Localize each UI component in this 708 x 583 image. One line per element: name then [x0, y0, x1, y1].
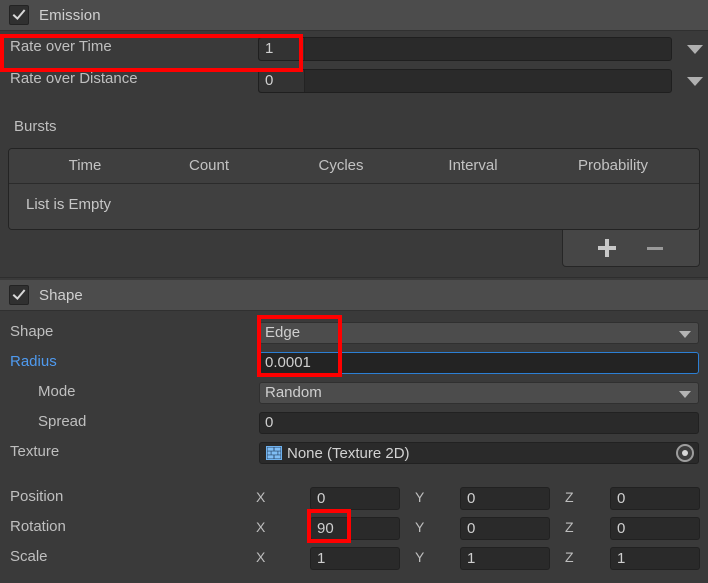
rotation-y-value: 0 — [467, 520, 476, 537]
position-z-input[interactable]: 0 — [610, 487, 700, 510]
radius-value: 0.0001 — [265, 354, 311, 371]
scale-axis-y-label: Y — [415, 549, 425, 565]
bursts-label: Bursts — [14, 118, 57, 135]
position-y-value: 0 — [467, 490, 476, 507]
row-position: Position X 0 Y 0 Z 0 — [0, 483, 708, 513]
rotation-axis-z-label: Z — [565, 519, 574, 535]
spread-label: Spread — [38, 413, 87, 430]
radius-input[interactable]: 0.0001 — [259, 352, 699, 374]
rotation-x-input[interactable]: 90 — [310, 517, 400, 540]
rotation-axis-x-label: X — [256, 519, 266, 535]
texture-object-field[interactable]: None (Texture 2D) — [259, 442, 699, 464]
bursts-column-probability: Probability — [577, 157, 649, 174]
scale-label: Scale — [10, 548, 48, 565]
position-y-input[interactable]: 0 — [460, 487, 550, 510]
texture-value: None (Texture 2D) — [287, 444, 410, 462]
bursts-list-header: Time Count Cycles Interval Probability — [9, 149, 699, 184]
scale-axis-z-label: Z — [565, 549, 574, 565]
row-rate-over-time: Rate over Time 1 — [0, 34, 708, 64]
bursts-list-body: List is Empty — [9, 184, 699, 229]
rate-over-distance-label: Rate over Distance — [10, 70, 138, 87]
row-mode: Mode Random — [0, 378, 708, 408]
shape-module-title: Shape — [39, 286, 83, 304]
row-texture: Texture None (Texture 2D) — [0, 438, 708, 468]
scale-axis-x-label: X — [256, 549, 266, 565]
scale-x-value: 1 — [317, 550, 326, 567]
bursts-empty-message: List is Empty — [26, 196, 112, 213]
shape-dropdown[interactable]: Edge — [259, 322, 699, 344]
mode-dropdown[interactable]: Random — [259, 382, 699, 404]
rate-over-time-label: Rate over Time — [10, 38, 112, 55]
shape-enabled-checkbox[interactable] — [9, 285, 29, 305]
bursts-column-cycles: Cycles — [318, 157, 364, 174]
rotation-y-input[interactable]: 0 — [460, 517, 550, 540]
chevron-down-icon[interactable] — [687, 45, 703, 54]
rate-over-distance-value[interactable]: 0 — [259, 70, 305, 92]
bursts-list: Time Count Cycles Interval Probability L… — [8, 148, 700, 230]
shape-module-header[interactable]: Shape — [0, 280, 708, 311]
emission-module-header[interactable]: Emission — [0, 0, 708, 31]
shape-label: Shape — [10, 323, 54, 340]
scale-y-input[interactable]: 1 — [460, 547, 550, 570]
rotation-label: Rotation — [10, 518, 66, 535]
position-axis-y-label: Y — [415, 489, 425, 505]
position-axis-z-label: Z — [565, 489, 574, 505]
scale-z-value: 1 — [617, 550, 626, 567]
bursts-column-time: Time — [68, 157, 102, 174]
texture-2d-icon — [266, 446, 282, 460]
rotation-z-input[interactable]: 0 — [610, 517, 700, 540]
texture-label: Texture — [10, 443, 60, 460]
row-shape: Shape Edge — [0, 318, 708, 348]
row-rate-over-distance: Rate over Distance 0 — [0, 64, 708, 94]
object-picker-icon[interactable] — [676, 444, 694, 462]
chevron-down-icon — [679, 391, 691, 398]
bursts-column-count: Count — [188, 157, 230, 174]
rate-over-time-value[interactable]: 1 — [259, 38, 305, 60]
spread-input[interactable]: 0 — [259, 412, 699, 434]
chevron-down-icon — [679, 331, 691, 338]
mode-label: Mode — [38, 383, 76, 400]
rate-over-distance-field[interactable]: 0 — [258, 69, 703, 93]
checkmark-icon — [12, 9, 26, 21]
rotation-z-value: 0 — [617, 520, 626, 537]
mode-dropdown-value: Random — [265, 384, 322, 401]
position-label: Position — [10, 488, 64, 505]
emission-module-title: Emission — [39, 6, 101, 24]
position-x-value: 0 — [317, 490, 326, 507]
row-scale: Scale X 1 Y 1 Z 1 — [0, 543, 708, 573]
rate-over-time-field[interactable]: 1 — [258, 37, 703, 61]
remove-burst-button[interactable] — [644, 237, 666, 259]
module-separator — [0, 277, 708, 278]
checkmark-icon — [12, 289, 26, 301]
position-axis-x-label: X — [256, 489, 266, 505]
spread-value: 0 — [265, 414, 274, 431]
row-spread: Spread 0 — [0, 408, 708, 438]
chevron-down-icon[interactable] — [687, 77, 703, 86]
position-x-input[interactable]: 0 — [310, 487, 400, 510]
radius-label: Radius — [10, 353, 57, 370]
add-burst-button[interactable] — [596, 237, 618, 259]
bursts-column-interval: Interval — [448, 157, 498, 174]
row-radius: Radius 0.0001 — [0, 348, 708, 378]
particle-system-inspector: Emission Rate over Time 1 Rate over Dist… — [0, 0, 708, 583]
scale-z-input[interactable]: 1 — [610, 547, 700, 570]
scale-x-input[interactable]: 1 — [310, 547, 400, 570]
rotation-x-value: 90 — [317, 520, 334, 537]
position-z-value: 0 — [617, 490, 626, 507]
row-rotation: Rotation X 90 Y 0 Z 0 — [0, 513, 708, 543]
rotation-axis-y-label: Y — [415, 519, 425, 535]
bursts-list-footer — [562, 230, 700, 267]
shape-dropdown-value: Edge — [265, 324, 301, 341]
scale-y-value: 1 — [467, 550, 476, 567]
emission-enabled-checkbox[interactable] — [9, 5, 29, 25]
